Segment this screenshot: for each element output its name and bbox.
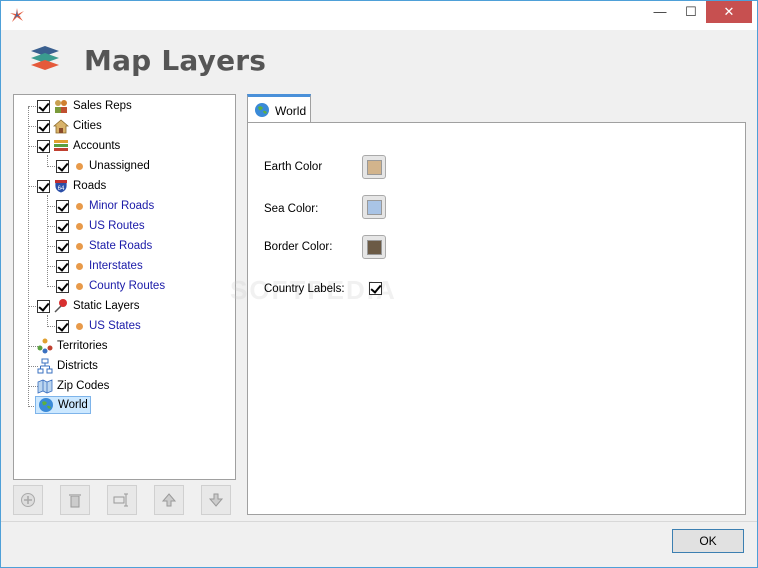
move-up-button[interactable] — [154, 485, 184, 515]
earth-color-swatch — [366, 159, 382, 175]
country-labels-checkbox[interactable] — [369, 282, 382, 295]
territories-icon — [37, 338, 53, 354]
add-icon — [21, 493, 35, 507]
globe-icon — [39, 398, 53, 412]
sea-color-swatch — [366, 199, 382, 215]
globe-icon — [255, 103, 269, 117]
footer-divider — [1, 521, 757, 522]
us-states-checkbox[interactable] — [56, 319, 69, 333]
svg-text:64: 64 — [58, 186, 65, 192]
minimize-button[interactable]: — — [646, 1, 674, 23]
tree-item-label: State Roads — [89, 240, 153, 252]
tree-item-label: World — [58, 399, 88, 411]
tree-item-districts[interactable]: Districts — [37, 357, 98, 375]
tree-item-label: US Routes — [89, 220, 145, 232]
pushpin-icon — [54, 299, 67, 313]
move-up-icon — [161, 493, 177, 507]
header: Map Layers — [9, 30, 751, 91]
maximize-button[interactable]: ☐ — [677, 1, 705, 23]
country-labels-label: Country Labels: — [264, 283, 345, 295]
properties-icon — [113, 493, 128, 507]
tab-label: World — [275, 104, 307, 118]
layer-properties-button[interactable] — [107, 485, 137, 515]
sales-reps-icon — [55, 100, 67, 113]
border-color-label: Border Color: — [264, 241, 333, 253]
close-button[interactable]: ✕ — [706, 1, 752, 23]
tree-item-state-roads[interactable]: State Roads — [56, 237, 152, 255]
tree-item-static-layers[interactable]: Static Layers — [37, 297, 139, 315]
orange-dot-icon — [76, 222, 83, 230]
sales-reps-checkbox[interactable] — [37, 99, 50, 113]
house-icon — [53, 119, 69, 134]
orange-dot-icon — [76, 282, 83, 290]
accounts-icon — [54, 140, 68, 151]
layers-tree: Sales Reps Cities Accounts Unassigned 64… — [13, 94, 236, 480]
sea-color-label: Sea Color: — [264, 203, 319, 215]
app-icon — [10, 8, 24, 22]
tree-item-cities[interactable]: Cities — [37, 117, 102, 135]
orange-dot-icon — [76, 242, 83, 250]
tree-item-interstates[interactable]: Interstates — [56, 257, 143, 275]
tree-item-label: Districts — [57, 360, 98, 372]
tree-item-us-states[interactable]: US States — [56, 317, 141, 335]
unassigned-checkbox[interactable] — [56, 159, 69, 173]
border-color-swatch — [366, 239, 382, 255]
move-down-icon — [208, 493, 224, 507]
orange-dot-icon — [76, 202, 83, 210]
tree-item-label: County Routes — [89, 280, 166, 292]
tree-item-label: Unassigned — [89, 160, 150, 172]
static-layers-checkbox[interactable] — [37, 299, 50, 313]
delete-layer-button[interactable] — [60, 485, 90, 515]
minor-roads-checkbox[interactable] — [56, 199, 69, 213]
districts-icon — [37, 358, 53, 374]
county-routes-checkbox[interactable] — [56, 279, 69, 293]
layer-properties-panel: SOFTPEDIA Earth Color Sea Color: Border … — [230, 122, 746, 515]
tree-item-label: Cities — [73, 120, 102, 132]
tree-item-accounts[interactable]: Accounts — [37, 137, 120, 155]
delete-icon — [69, 494, 81, 508]
title-bar: — ☐ ✕ — [1, 1, 757, 30]
layers-icon — [31, 46, 59, 70]
map-layers-window: — ☐ ✕ Map Layers Sales Reps Cities Accou… — [0, 0, 758, 568]
page-title: Map Layers — [84, 44, 267, 77]
accounts-checkbox[interactable] — [37, 139, 50, 153]
tree-item-us-routes[interactable]: US Routes — [56, 217, 145, 235]
tree-item-label: Territories — [57, 340, 108, 352]
sea-color-picker[interactable] — [362, 195, 386, 219]
tree-item-world[interactable]: World — [35, 396, 91, 414]
tree-item-label: Zip Codes — [57, 380, 110, 392]
interstates-checkbox[interactable] — [56, 259, 69, 273]
tree-item-sales-reps[interactable]: Sales Reps — [37, 97, 132, 115]
tree-item-label: Interstates — [89, 260, 143, 272]
tree-item-label: Static Layers — [73, 300, 140, 312]
add-layer-button[interactable] — [13, 485, 43, 515]
tree-item-label: Accounts — [73, 140, 121, 152]
tree-item-label: Minor Roads — [89, 200, 155, 212]
earth-color-picker[interactable] — [362, 155, 386, 179]
border-color-picker[interactable] — [362, 235, 386, 259]
us-routes-checkbox[interactable] — [56, 219, 69, 233]
interstate-shield-icon: 64 — [54, 179, 68, 194]
zip-codes-icon — [37, 379, 53, 394]
orange-dot-icon — [76, 162, 83, 170]
tab-world[interactable]: World — [247, 94, 311, 123]
tree-item-label: Sales Reps — [73, 100, 132, 112]
tree-item-roads[interactable]: 64 Roads — [37, 177, 106, 195]
orange-dot-icon — [76, 322, 83, 330]
move-down-button[interactable] — [201, 485, 231, 515]
tree-item-zip-codes[interactable]: Zip Codes — [37, 377, 109, 395]
tree-item-territories[interactable]: Territories — [37, 337, 107, 355]
earth-color-label: Earth Color — [264, 161, 323, 173]
tree-item-label: Roads — [73, 180, 107, 192]
roads-checkbox[interactable] — [37, 179, 50, 193]
orange-dot-icon — [76, 262, 83, 270]
tree-item-minor-roads[interactable]: Minor Roads — [56, 197, 154, 215]
tree-item-label: US States — [89, 320, 141, 332]
ok-button[interactable]: OK — [672, 529, 744, 553]
tree-item-unassigned[interactable]: Unassigned — [56, 157, 150, 175]
cities-checkbox[interactable] — [37, 119, 50, 133]
tree-item-county-routes[interactable]: County Routes — [56, 277, 165, 295]
state-roads-checkbox[interactable] — [56, 239, 69, 253]
